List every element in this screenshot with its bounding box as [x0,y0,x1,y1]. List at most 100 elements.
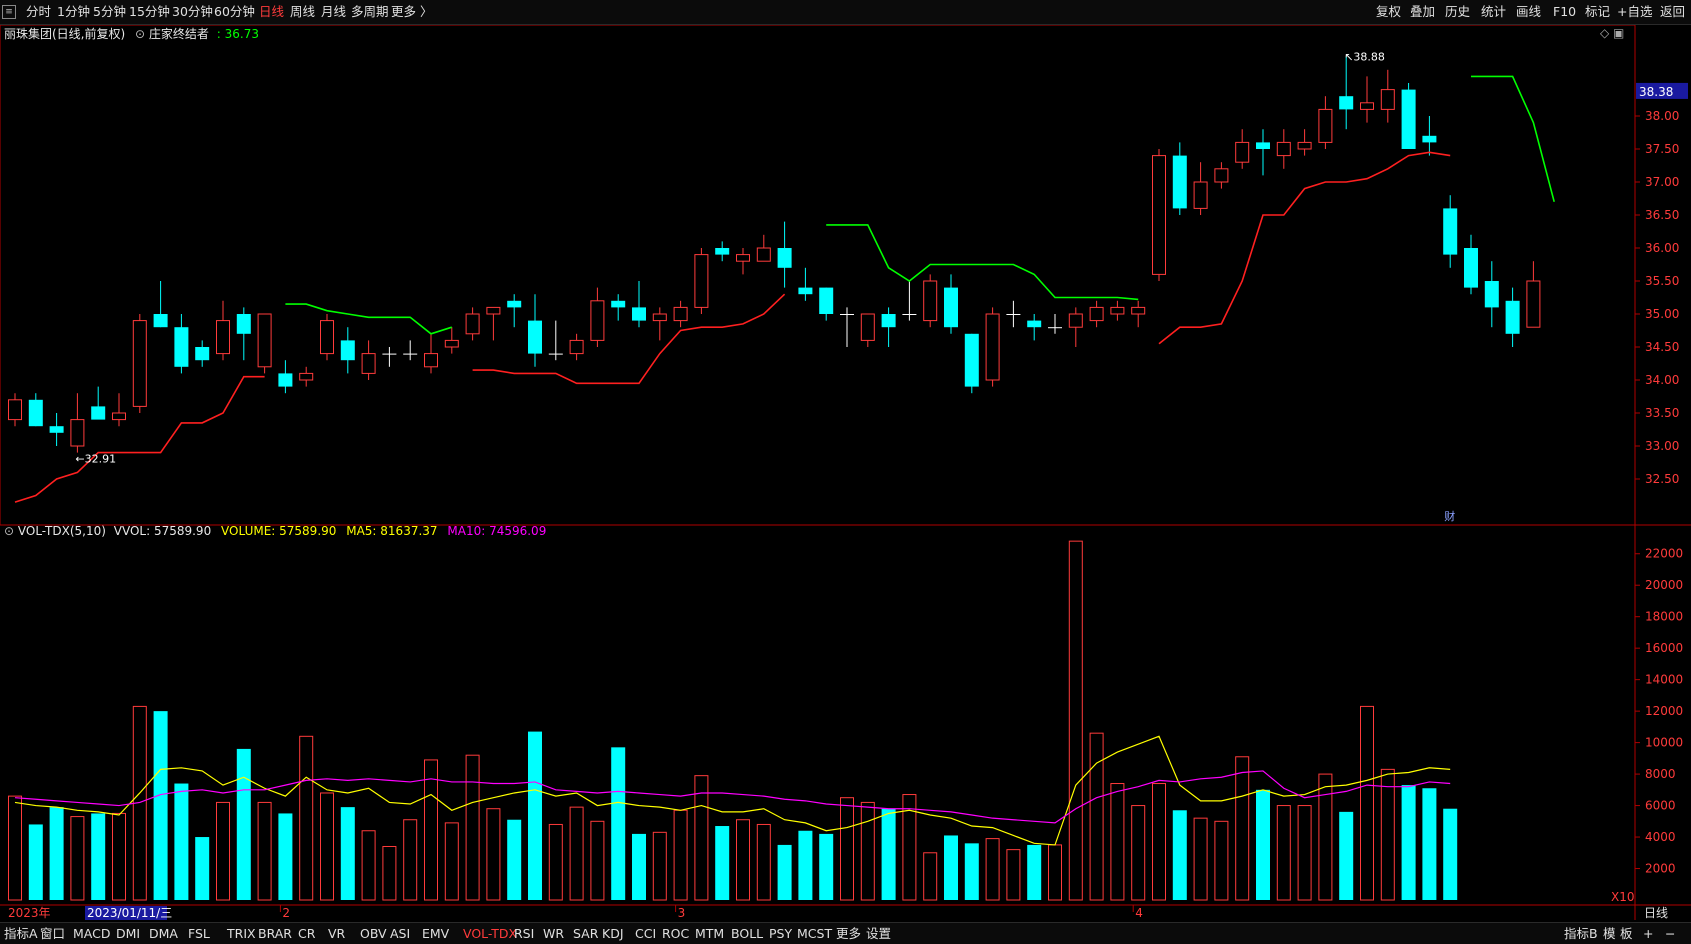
volume-bar [403,819,418,901]
candle [465,307,480,341]
indicator-tab-a[interactable]: 指标A [4,926,38,941]
toolbar-button-7[interactable]: +自选 [1617,4,1652,20]
volume-ma5-line [14,735,1451,846]
indicator-14[interactable]: SAR [573,926,598,941]
candle-body [486,306,501,315]
indicator-toggle-icon[interactable]: ⊙ [135,27,145,41]
candle [1193,162,1208,215]
candle-body [569,339,584,355]
candle [340,327,355,374]
volume-tick-label: 12000 [1645,704,1683,718]
period-tab-8[interactable]: 月线 [321,4,346,20]
candle-body [174,327,189,367]
bottom-right-tab-0[interactable]: 指标B [1564,926,1598,941]
indicator-6[interactable]: CR [298,926,315,941]
indicator-2[interactable]: DMA [149,926,178,941]
candle-body [819,287,834,314]
indicator-21[interactable]: MCST [797,926,832,941]
current-price-label: 38.38 [1639,85,1673,99]
chart-corner-icons[interactable]: ◇ ▣ [1600,26,1624,40]
candle [70,393,85,453]
vvol-value: VVOL: 57589.90 [113,524,212,538]
period-label: 日线 [1644,906,1668,920]
toolbar-button-4[interactable]: 画线 [1516,4,1541,20]
volume-bar [840,797,854,901]
candle [236,307,251,361]
bottom-right-tab-2[interactable]: 板 [1620,926,1633,941]
candle-body [736,254,750,262]
candle [49,413,64,446]
period-tab-1[interactable]: 1分钟 [57,4,90,20]
candle [985,307,1000,387]
indicator-9[interactable]: ASI [390,926,410,941]
bottom-right-tab-4[interactable]: − [1665,926,1675,941]
window-tab[interactable]: 窗口 [40,926,65,941]
price-tick-label: 35.50 [1645,274,1679,288]
kline-chart[interactable]: 38.00 37.50 37.00 36.50 36.00 35.50 35.00 34.50… [0,0,1691,943]
candle [1422,116,1437,156]
candle-body [756,247,771,262]
period-tab-0[interactable]: 分时 [26,4,51,20]
volume-tick-label: 4000 [1645,830,1676,844]
candle [132,314,147,413]
volume-toggle-icon[interactable]: ⊙ [4,524,14,538]
toolbar-button-3[interactable]: 统计 [1481,4,1506,20]
indicator-12[interactable]: RSI [514,926,534,941]
candle-body [715,248,730,255]
indicator-20[interactable]: PSY [769,926,792,941]
indicator-16[interactable]: CCI [635,926,656,941]
indicator-10[interactable]: EMV [422,926,449,941]
candle [112,393,126,427]
indicator-0[interactable]: MACD [73,926,110,941]
period-tab-7[interactable]: 周线 [290,4,315,20]
candle-body [1214,168,1229,183]
period-tab-5[interactable]: 60分钟 [214,4,255,20]
indicator-17[interactable]: ROC [662,926,689,941]
toolbar-button-2[interactable]: 历史 [1445,4,1470,20]
volume-value: VOLUME: 57589.90 [221,524,337,538]
candle-body [777,248,792,268]
toolbar-button-8[interactable]: 返回 [1660,4,1685,20]
indicator-18[interactable]: MTM [695,926,724,941]
indicator-1[interactable]: DMI [116,926,140,941]
indicator-8[interactable]: OBV [360,926,387,941]
candle [881,307,896,347]
indicator-green-line [1471,75,1555,203]
toolbar-button-1[interactable]: 叠加 [1410,4,1435,20]
period-tab-2[interactable]: 5分钟 [93,4,126,20]
bottom-right-tab-3[interactable]: + [1643,926,1653,941]
period-tab-3[interactable]: 15分钟 [129,4,170,20]
indicator-13[interactable]: WR [543,926,564,941]
candle-body [340,340,355,361]
volume-tick-label: 6000 [1645,799,1676,813]
indicator-3[interactable]: FSL [188,926,210,941]
toolbar-button-5[interactable]: F10 [1553,4,1576,20]
indicator-15[interactable]: KDJ [602,926,624,941]
indicator-4[interactable]: TRIX [227,926,256,941]
vol-indicator-name: VOL-TDX(5,10) [17,524,106,538]
volume-bar [1422,788,1437,900]
candle [1276,129,1291,169]
indicator-7[interactable]: VR [328,926,345,941]
indicator-22[interactable]: 更多 [836,926,861,941]
candle-body [1276,141,1291,157]
month-label: 4 [1135,906,1143,920]
indicator-19[interactable]: BOLL [731,926,763,941]
period-tab-4[interactable]: 30分钟 [172,4,213,20]
toolbar-button-6[interactable]: 标记 [1585,4,1610,20]
candle [569,333,584,361]
candle [1505,287,1520,347]
window-menu-icon[interactable]: ≡ [2,5,16,19]
volume-bar [777,844,792,900]
volume-tick-label: 10000 [1645,736,1683,750]
indicator-23[interactable]: 设置 [866,926,891,941]
bottom-right-tab-1[interactable]: 模 [1603,926,1616,941]
toolbar-button-0[interactable]: 复权 [1376,4,1401,20]
period-tab-6[interactable]: 日线 [259,4,284,20]
volume-bar [611,747,626,900]
candle-body [195,347,210,361]
indicator-5[interactable]: BRAR [258,926,292,941]
period-tab-9[interactable]: 多周期 [351,4,389,20]
indicator-11[interactable]: VOL-TDX [463,926,517,941]
period-tab-10[interactable]: 更多 〉 [391,4,432,20]
